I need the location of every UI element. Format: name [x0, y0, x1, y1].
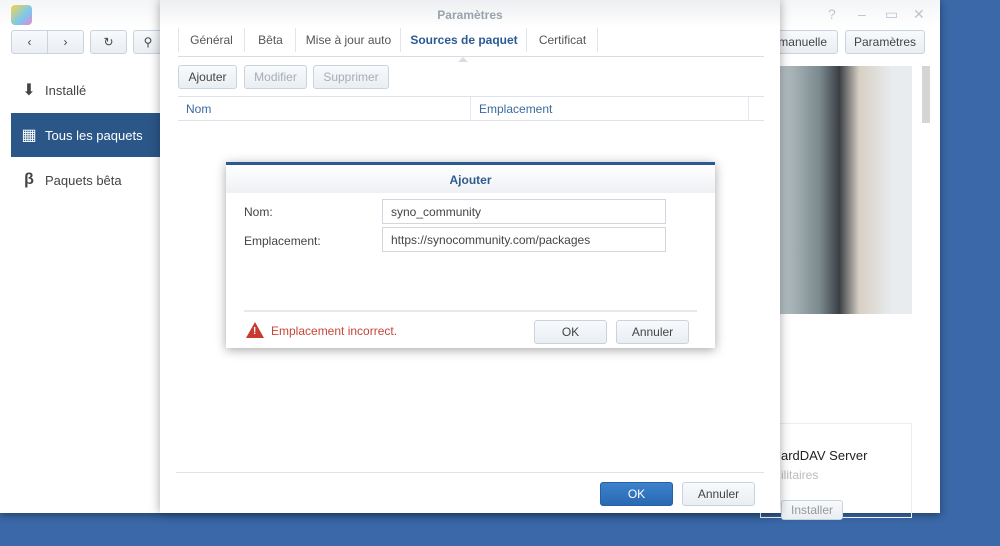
add-source-dialog: Ajouter Nom: syno_community Emplacement:…: [226, 162, 715, 348]
location-input[interactable]: https://synocommunity.com/packages: [382, 227, 666, 252]
tab-package-sources[interactable]: Sources de paquet: [402, 28, 527, 52]
package-card[interactable]: ardDAV Server ilitaires Installer: [760, 423, 912, 520]
back-button[interactable]: ‹: [11, 30, 48, 54]
tab-general[interactable]: Général: [179, 28, 245, 52]
tab-auto-update[interactable]: Mise à jour auto: [297, 28, 401, 52]
download-icon: ⬇: [22, 82, 36, 99]
tab-certificate[interactable]: Certificat: [528, 28, 598, 52]
refresh-button[interactable]: ↻: [90, 30, 127, 54]
package-category: ilitaires: [781, 468, 819, 482]
footer-divider: [176, 472, 764, 473]
tab-divider: [178, 56, 764, 57]
column-location[interactable]: Emplacement: [471, 97, 749, 120]
install-button[interactable]: Installer: [781, 500, 843, 520]
search-button[interactable]: ⚲: [133, 30, 163, 54]
delete-button: Supprimer: [313, 65, 389, 89]
sidebar-item-installed[interactable]: ⬇ Installé: [11, 68, 160, 112]
tab-beta[interactable]: Bêta: [246, 28, 296, 52]
dialog-title: Paramètres: [437, 8, 503, 22]
error-message: Emplacement incorrect.: [271, 324, 398, 338]
banner-image[interactable]: [780, 66, 912, 314]
active-tab-caret: [458, 52, 468, 62]
sidebar-item-beta[interactable]: β Paquets bêta: [11, 158, 160, 202]
package-title: ardDAV Server: [781, 448, 868, 463]
cancel-button[interactable]: Annuler: [682, 482, 755, 506]
add-cancel-button[interactable]: Annuler: [616, 320, 689, 344]
forward-button[interactable]: ›: [47, 30, 84, 54]
close-icon[interactable]: ✕: [913, 6, 925, 23]
minimize-icon[interactable]: –: [858, 6, 866, 22]
add-button[interactable]: Ajouter: [178, 65, 237, 89]
name-input[interactable]: syno_community: [382, 199, 666, 224]
help-icon[interactable]: ?: [828, 6, 836, 22]
maximize-icon[interactable]: ▭: [885, 6, 898, 23]
beta-icon: β: [24, 171, 34, 188]
grid-icon: ▦: [21, 127, 37, 144]
settings-button[interactable]: Paramètres: [845, 30, 925, 54]
sidebar-item-label: Installé: [45, 82, 87, 98]
location-label: Emplacement:: [244, 234, 321, 248]
name-label: Nom:: [244, 205, 273, 219]
add-ok-button[interactable]: OK: [534, 320, 607, 344]
sidebar-item-label: Paquets bêta: [45, 172, 122, 188]
scrollbar[interactable]: [922, 66, 930, 123]
edit-button: Modifier: [244, 65, 307, 89]
column-name[interactable]: Nom: [178, 97, 471, 120]
sources-table-header: Nom Emplacement: [178, 96, 764, 121]
sidebar-item-label: Tous les paquets: [45, 127, 143, 143]
add-dialog-title: Ajouter: [226, 165, 715, 193]
add-footer-divider: [244, 310, 697, 312]
app-logo: [11, 5, 32, 25]
ok-button[interactable]: OK: [600, 482, 673, 506]
sidebar-item-all-packages[interactable]: ▦ Tous les paquets: [11, 113, 160, 157]
